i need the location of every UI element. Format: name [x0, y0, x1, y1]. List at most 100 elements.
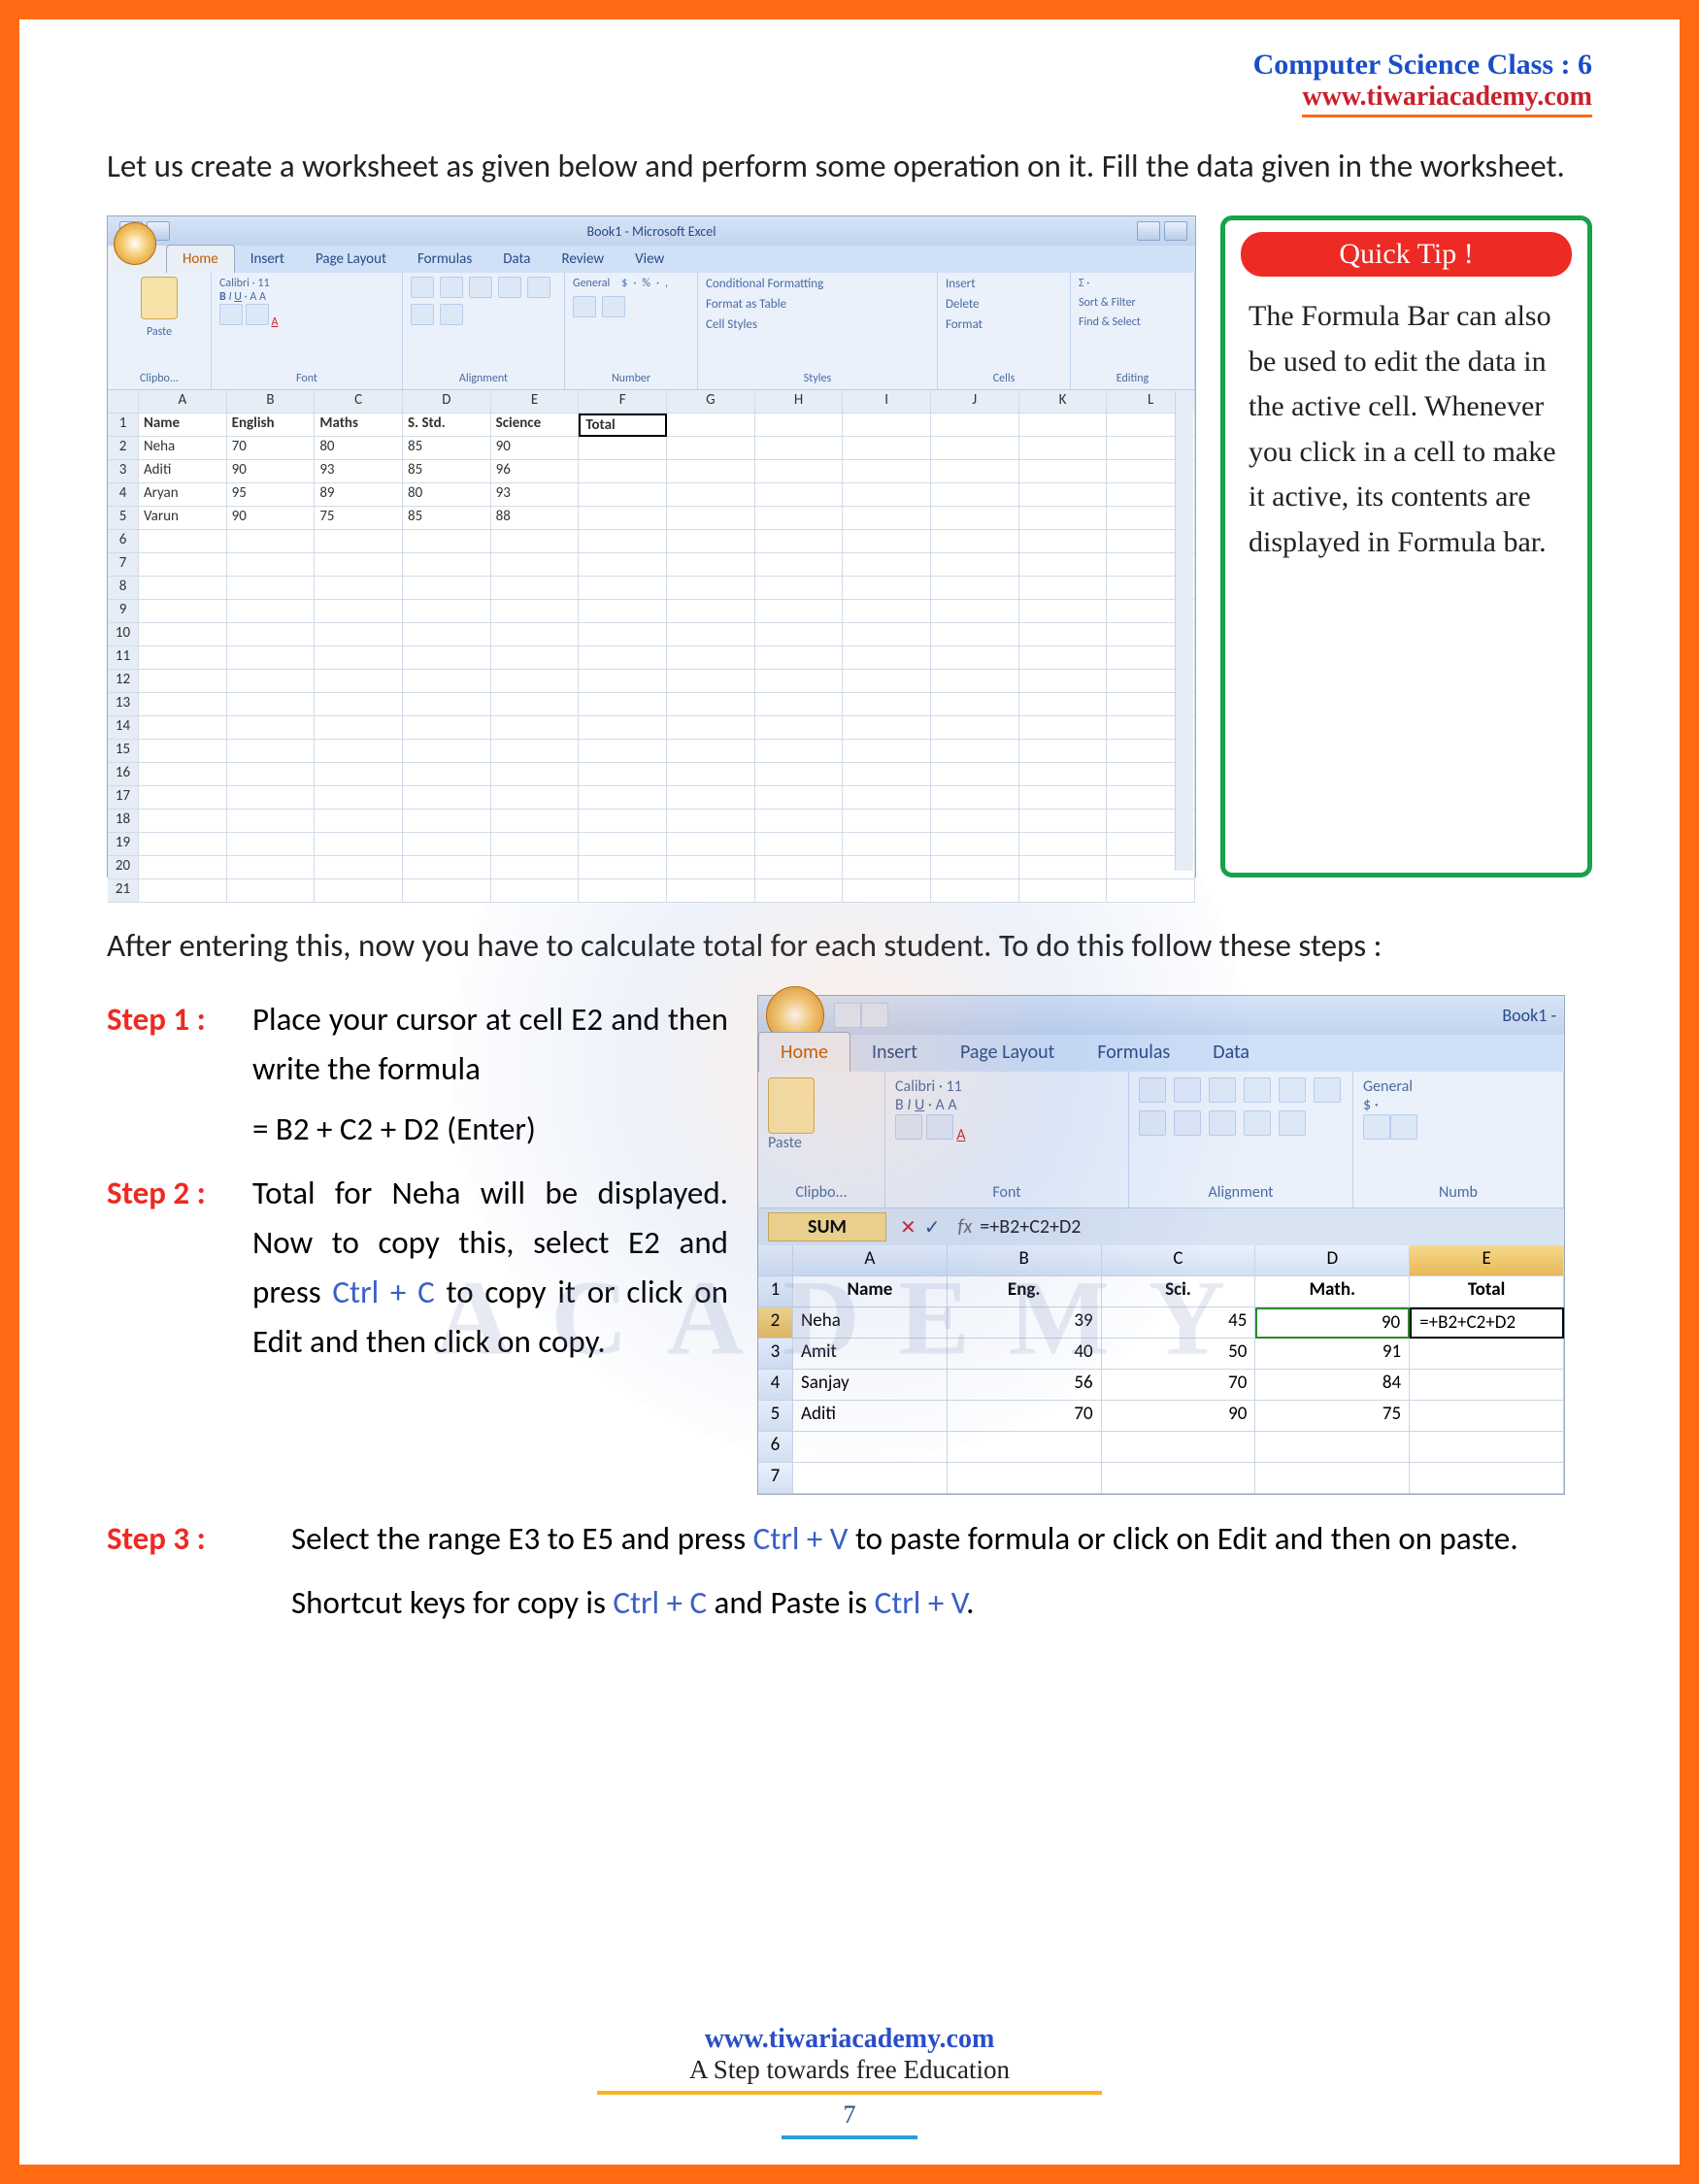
cell[interactable]	[667, 646, 755, 670]
wrap-icon[interactable]	[498, 277, 521, 298]
cell[interactable]: 89	[315, 483, 403, 507]
cell[interactable]: 3	[758, 1339, 793, 1370]
cell[interactable]: Science	[491, 414, 580, 437]
bold-button[interactable]: B	[219, 290, 226, 304]
cell[interactable]: Amit	[793, 1339, 948, 1370]
cell[interactable]	[755, 716, 844, 740]
tab-review[interactable]: Review	[547, 246, 620, 273]
italic-button[interactable]: I	[228, 290, 231, 304]
cell[interactable]	[139, 716, 227, 740]
cell[interactable]	[579, 856, 667, 879]
cell[interactable]	[579, 530, 667, 553]
indent-dec-icon[interactable]	[1209, 1110, 1236, 1136]
cell[interactable]: Name	[139, 414, 227, 437]
cell[interactable]	[931, 460, 1019, 483]
formula-value[interactable]: =+B2+C2+D2	[980, 1215, 1081, 1239]
cell[interactable]	[579, 786, 667, 810]
cell[interactable]	[403, 786, 491, 810]
cell[interactable]	[843, 716, 931, 740]
cell[interactable]	[579, 460, 667, 483]
cell[interactable]	[139, 856, 227, 879]
sort-filter[interactable]: Sort & Filter	[1079, 296, 1136, 310]
format-cells[interactable]: Format	[946, 317, 983, 332]
align-right-icon[interactable]	[1209, 1077, 1236, 1103]
cell[interactable]: E	[1410, 1245, 1564, 1276]
cell[interactable]	[403, 740, 491, 763]
cell[interactable]	[579, 646, 667, 670]
cell[interactable]	[579, 879, 667, 903]
cell[interactable]	[667, 483, 755, 507]
number-format[interactable]: General	[1363, 1077, 1413, 1096]
cell[interactable]	[227, 763, 316, 786]
font-color-icon[interactable]: A	[956, 1126, 965, 1144]
cell[interactable]	[667, 460, 755, 483]
cell[interactable]	[843, 600, 931, 623]
cell[interactable]	[667, 693, 755, 716]
align-left-icon[interactable]	[411, 277, 434, 298]
cell[interactable]	[843, 530, 931, 553]
cell[interactable]: 93	[491, 483, 580, 507]
cell[interactable]	[755, 879, 844, 903]
border-icon[interactable]	[895, 1114, 922, 1140]
cell[interactable]	[579, 693, 667, 716]
tab-home[interactable]: Home	[166, 245, 235, 273]
cell[interactable]	[227, 716, 316, 740]
percent-icon[interactable]: %	[642, 277, 650, 290]
office-orb-icon[interactable]	[114, 222, 156, 265]
cell[interactable]: 12	[108, 670, 139, 693]
cell[interactable]: Maths	[315, 414, 403, 437]
cell[interactable]	[227, 879, 316, 903]
valign-top-icon[interactable]	[1279, 1077, 1306, 1103]
cell[interactable]	[403, 530, 491, 553]
cell[interactable]	[931, 856, 1019, 879]
cell[interactable]	[315, 623, 403, 646]
font-name[interactable]: Calibri	[219, 277, 250, 290]
cell[interactable]	[931, 879, 1019, 903]
align-left-icon[interactable]	[1139, 1077, 1166, 1103]
cell[interactable]: B	[227, 390, 316, 414]
cell[interactable]: E	[491, 390, 580, 414]
cell[interactable]: English	[227, 414, 316, 437]
cell[interactable]	[1019, 716, 1108, 740]
cell[interactable]	[1019, 623, 1108, 646]
cell[interactable]: 45	[1102, 1307, 1256, 1339]
cell[interactable]	[491, 716, 580, 740]
cell[interactable]	[315, 646, 403, 670]
cell[interactable]	[1019, 646, 1108, 670]
cell[interactable]: 85	[403, 507, 491, 530]
cell[interactable]: 90	[227, 507, 316, 530]
cell[interactable]	[1410, 1370, 1564, 1401]
cell[interactable]	[667, 553, 755, 577]
conditional-formatting[interactable]: Conditional Formatting	[706, 277, 823, 291]
cell[interactable]: Eng.	[948, 1276, 1102, 1307]
cell[interactable]: A	[139, 390, 227, 414]
cell[interactable]	[1019, 693, 1108, 716]
cell[interactable]	[843, 577, 931, 600]
cell[interactable]	[403, 763, 491, 786]
cell[interactable]	[667, 763, 755, 786]
cell[interactable]	[755, 414, 844, 437]
cell[interactable]	[139, 693, 227, 716]
cell[interactable]: 70	[227, 437, 316, 460]
cell[interactable]	[793, 1463, 948, 1494]
cell[interactable]	[931, 553, 1019, 577]
cell[interactable]: Total	[579, 414, 667, 437]
cell[interactable]	[755, 623, 844, 646]
cell[interactable]	[793, 1432, 948, 1463]
minimize-icon[interactable]	[1137, 221, 1160, 241]
cell[interactable]: 5	[108, 507, 139, 530]
cell[interactable]	[931, 693, 1019, 716]
cell[interactable]	[315, 670, 403, 693]
cell[interactable]	[667, 786, 755, 810]
decrease-decimal-icon[interactable]	[602, 296, 625, 317]
number-format[interactable]: General	[573, 277, 610, 290]
cell[interactable]	[579, 670, 667, 693]
cell[interactable]: 17	[108, 786, 139, 810]
cell[interactable]	[227, 553, 316, 577]
cell[interactable]: 84	[1255, 1370, 1410, 1401]
cell[interactable]: 90	[1255, 1307, 1410, 1339]
cell[interactable]	[315, 856, 403, 879]
cell[interactable]	[491, 577, 580, 600]
cell[interactable]: 85	[403, 460, 491, 483]
cell[interactable]	[931, 414, 1019, 437]
